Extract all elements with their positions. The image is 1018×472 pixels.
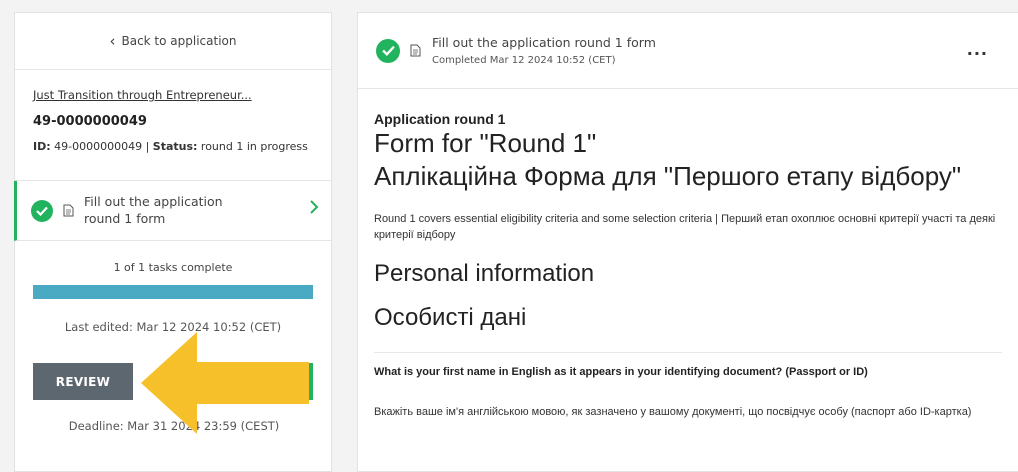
- form-round: Application round 1: [374, 111, 506, 127]
- chevron-right-icon[interactable]: [309, 199, 319, 219]
- progress-count: 1 of 1 tasks complete: [113, 261, 233, 274]
- back-to-application-link[interactable]: ‹ Back to application: [15, 13, 331, 70]
- form-title-en: Form for "Round 1": [374, 128, 597, 158]
- application-meta: ID: 49-0000000049 | Status: round 1 in p…: [33, 140, 308, 153]
- task-progress: 1 of 1 tasks complete Last edited: Mar 1…: [15, 241, 331, 334]
- application-number: 49-0000000049: [33, 114, 147, 129]
- section-title-en: Personal information: [374, 259, 595, 287]
- application-sidebar: ‹ Back to application Just Transition th…: [14, 12, 332, 472]
- application-info: Just Transition through Entrepreneur... …: [15, 70, 331, 181]
- form-title-uk: Аплікаційна Форма для "Першого етапу від…: [374, 160, 962, 191]
- task-label: Fill out the application round 1 form: [84, 193, 223, 226]
- task-item-round1-form[interactable]: Fill out the application round 1 form: [14, 181, 331, 241]
- divider: [374, 351, 1002, 353]
- pointer-arrow-icon: [141, 332, 309, 434]
- document-icon: [410, 44, 422, 57]
- document-icon: [63, 204, 75, 217]
- progress-bar-fill: [33, 285, 313, 299]
- chevron-left-icon: ‹: [109, 31, 116, 50]
- review-button[interactable]: REVIEW: [33, 363, 133, 400]
- more-options-button[interactable]: ...: [967, 40, 988, 59]
- task-panel: Fill out the application round 1 form Co…: [357, 12, 1018, 472]
- progress-bar: [33, 285, 313, 299]
- question-en: What is your first name in English as it…: [374, 365, 868, 378]
- id-value: 49-0000000049: [54, 140, 143, 153]
- task-header: Fill out the application round 1 form Co…: [358, 13, 1018, 89]
- status-value: round 1 in progress: [200, 140, 308, 153]
- check-circle-icon: [376, 38, 400, 63]
- status-label: Status:: [152, 140, 198, 153]
- check-circle-icon: [31, 199, 53, 222]
- task-completed: Completed Mar 12 2024 10:52 (CET): [432, 55, 616, 66]
- form-content: Application round 1 Form for "Round 1" А…: [358, 111, 1018, 420]
- form-description: Round 1 covers essential eligibility cri…: [374, 212, 996, 242]
- application-name-link[interactable]: Just Transition through Entrepreneur...: [33, 88, 313, 102]
- section-title-uk: Особисті дані: [374, 303, 527, 331]
- id-label: ID:: [33, 140, 51, 153]
- back-label: Back to application: [121, 34, 237, 48]
- question-uk: Вкажіть ваше ім'я англійською мовою, як …: [374, 405, 972, 418]
- task-title: Fill out the application round 1 form: [432, 35, 656, 50]
